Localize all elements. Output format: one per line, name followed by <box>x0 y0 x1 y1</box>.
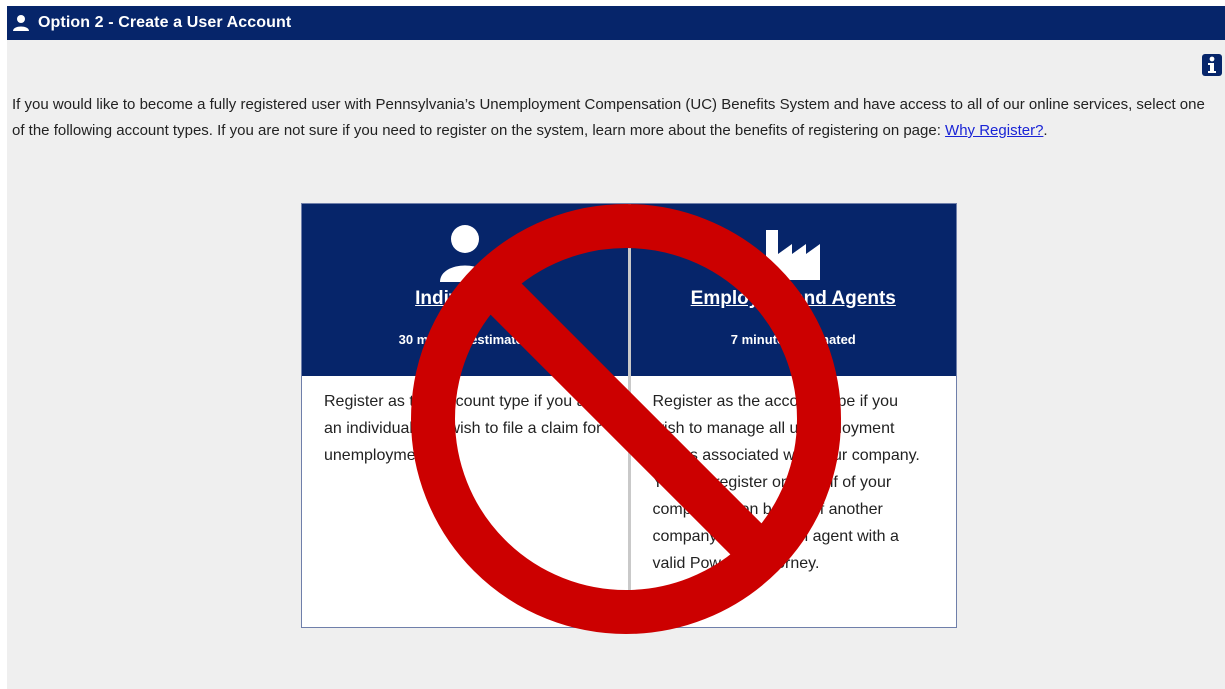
individuals-description: Register as this account type if you are… <box>324 393 602 464</box>
individuals-time-estimate: 30 minutes estimated <box>398 332 531 347</box>
employers-time-estimate: 7 minutes estimated <box>730 332 856 347</box>
person-icon <box>439 225 490 282</box>
individuals-card[interactable]: Individuals 30 minutes estimated Registe… <box>302 204 628 627</box>
employers-card[interactable]: Employers and Agents 7 minutes estimated… <box>627 204 956 627</box>
employers-description: Register as the account type if you wish… <box>652 393 920 572</box>
section-title: Option 2 - Create a User Account <box>38 14 292 31</box>
user-icon <box>13 15 29 31</box>
individuals-link[interactable]: Individuals <box>415 288 514 310</box>
info-icon[interactable] <box>1202 54 1222 76</box>
employers-link[interactable]: Employers and Agents <box>691 288 896 310</box>
account-type-cards: Individuals 30 minutes estimated Registe… <box>301 203 957 628</box>
factory-icon <box>766 230 821 280</box>
individuals-card-header: Individuals 30 minutes estimated <box>302 204 628 376</box>
page: Option 2 - Create a User Account If you … <box>7 6 1225 689</box>
section-header: Option 2 - Create a User Account <box>7 6 1225 40</box>
intro-paragraph: If you would like to become a fully regi… <box>12 92 1217 144</box>
why-register-link[interactable]: Why Register? <box>945 122 1043 139</box>
intro-trailing: . <box>1043 122 1048 139</box>
employers-card-header: Employers and Agents 7 minutes estimated <box>630 204 956 376</box>
